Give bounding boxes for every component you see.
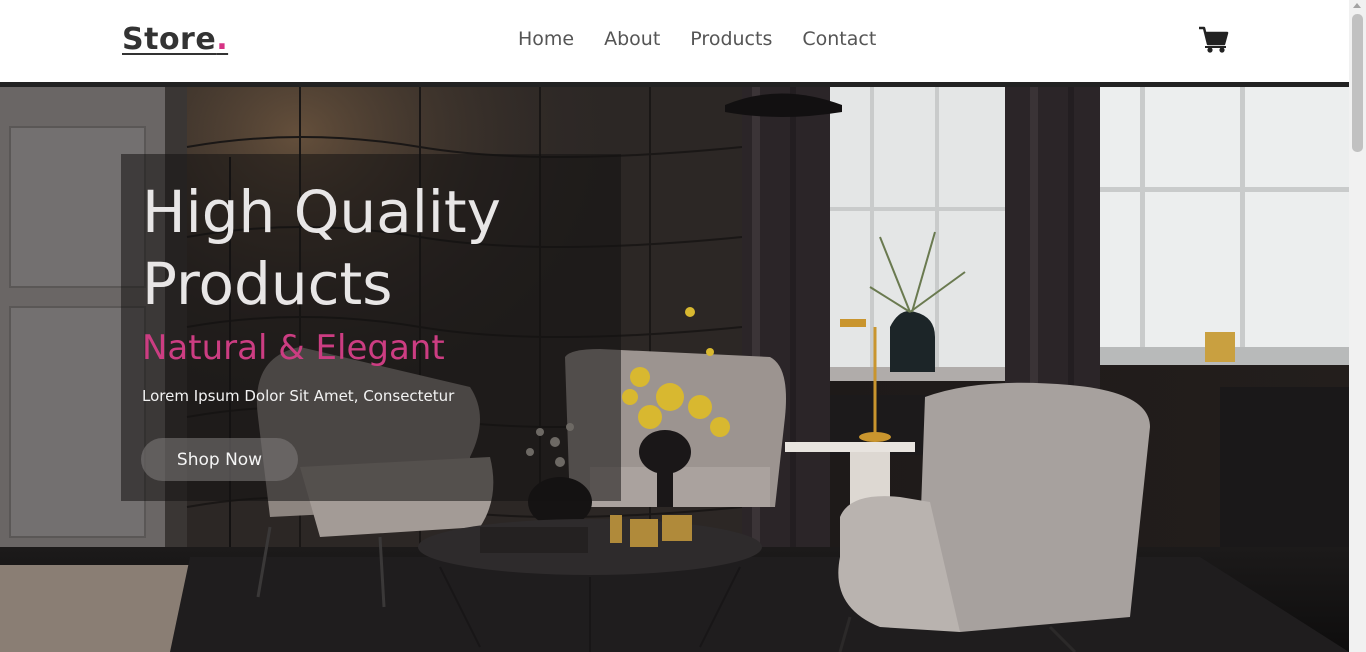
nav-link-about[interactable]: About	[604, 28, 660, 50]
shopping-cart-icon[interactable]	[1198, 25, 1230, 55]
hero-text: Lorem Ipsum Dolor Sit Amet, Consectetur	[142, 387, 455, 405]
shop-now-button[interactable]: Shop Now	[141, 438, 298, 481]
hero-section: High Quality Products Natural & Elegant …	[0, 87, 1349, 652]
nav-link-home[interactable]: Home	[518, 28, 574, 50]
scroll-up-arrow-icon[interactable]	[1353, 3, 1361, 8]
logo-text: Store	[122, 22, 217, 57]
logo[interactable]: Store.	[122, 22, 228, 57]
scrollbar-thumb[interactable]	[1352, 14, 1363, 152]
logo-dot: .	[216, 22, 229, 57]
site-header: Store. Home About Products Contact	[0, 0, 1349, 82]
nav-link-products[interactable]: Products	[690, 28, 772, 50]
vertical-scrollbar[interactable]	[1349, 0, 1366, 652]
hero-subtitle: Natural & Elegant	[142, 328, 445, 368]
header-divider	[0, 82, 1349, 87]
hero-card: High Quality Products Natural & Elegant …	[121, 154, 621, 501]
nav-link-contact[interactable]: Contact	[802, 28, 876, 50]
main-nav: Home About Products Contact	[518, 28, 906, 50]
hero-title: High Quality Products	[142, 178, 501, 318]
page: Store. Home About Products Contact High …	[0, 0, 1366, 652]
